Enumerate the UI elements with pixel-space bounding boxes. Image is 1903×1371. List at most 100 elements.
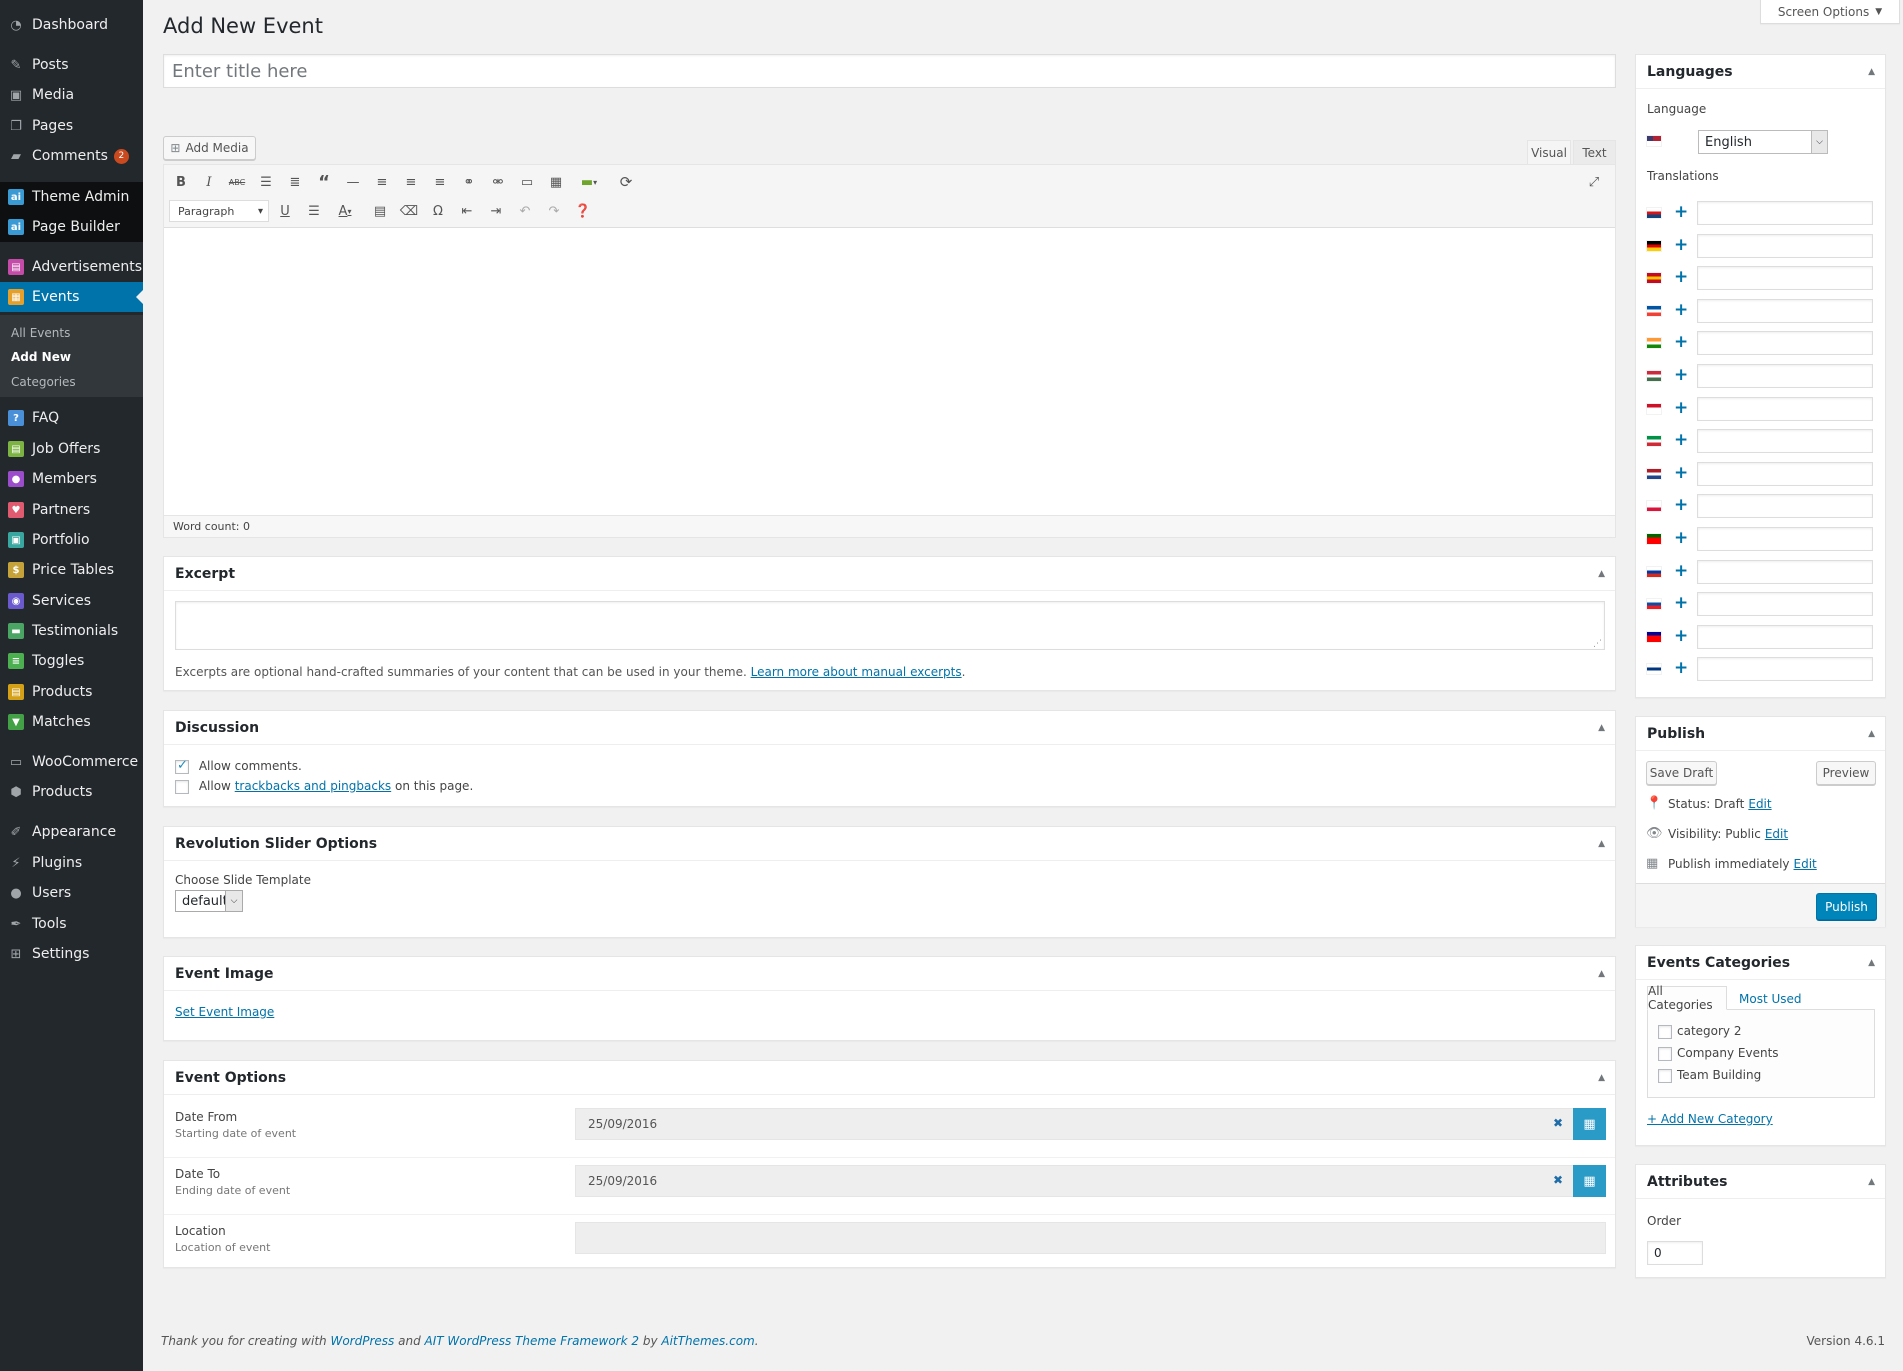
event-options-heading[interactable]: Event Options xyxy=(164,1061,1615,1095)
translation-input[interactable] xyxy=(1697,657,1873,682)
refresh-icon[interactable]: ⟳ xyxy=(616,172,636,192)
translation-input[interactable] xyxy=(1697,461,1873,486)
location-input[interactable] xyxy=(575,1222,1606,1254)
categories-heading[interactable]: Events Categories xyxy=(1636,946,1885,980)
collapse-arrow-icon[interactable]: ▲ xyxy=(1868,958,1875,968)
date-from-calendar-button[interactable]: ▦ xyxy=(1573,1108,1606,1140)
translation-input[interactable] xyxy=(1697,201,1873,225)
menu-toggles[interactable]: ≡ Toggles xyxy=(0,646,143,676)
add-translation-plus-icon[interactable]: + xyxy=(1674,495,1688,515)
justify-icon[interactable]: ☰ xyxy=(304,201,324,221)
bullet-list-icon[interactable]: ☰ xyxy=(256,172,276,192)
publish-heading[interactable]: Publish xyxy=(1636,717,1885,751)
submenu-add-new[interactable]: Add New xyxy=(11,350,71,364)
edit-schedule-link[interactable]: Edit xyxy=(1794,857,1817,871)
tab-most-used[interactable]: Most Used xyxy=(1739,992,1802,1006)
clear-date-to-icon[interactable]: ✖ xyxy=(1553,1173,1563,1187)
slide-template-select[interactable]: default ⌵ xyxy=(175,890,243,912)
languages-heading[interactable]: Languages xyxy=(1636,55,1885,89)
read-more-icon[interactable]: ▭ xyxy=(517,172,537,192)
add-translation-plus-icon[interactable]: + xyxy=(1674,430,1688,450)
menu-partners[interactable]: ♥ Partners xyxy=(0,495,143,525)
add-translation-plus-icon[interactable]: + xyxy=(1674,300,1688,320)
category-checkbox[interactable] xyxy=(1658,1046,1672,1061)
trackbacks-link[interactable]: trackbacks and pingbacks xyxy=(235,779,391,793)
add-translation-plus-icon[interactable]: + xyxy=(1674,658,1688,678)
edit-status-link[interactable]: Edit xyxy=(1748,797,1771,811)
translation-input[interactable] xyxy=(1697,298,1873,323)
underline-icon[interactable]: U xyxy=(275,201,295,221)
shortcode-icon[interactable]: ▬ ▾ xyxy=(575,172,603,192)
publish-button[interactable]: Publish xyxy=(1816,893,1877,920)
add-translation-plus-icon[interactable]: + xyxy=(1674,561,1688,581)
edit-visibility-link[interactable]: Edit xyxy=(1765,827,1788,841)
date-to-input[interactable]: 25/09/2016 xyxy=(575,1165,1575,1197)
translation-input[interactable] xyxy=(1697,233,1873,258)
add-media-button[interactable]: ⊞ Add Media xyxy=(163,136,256,160)
translation-input[interactable] xyxy=(1697,266,1873,291)
wordpress-link[interactable]: WordPress xyxy=(330,1334,394,1348)
menu-woocommerce[interactable]: ▭ WooCommerce xyxy=(0,747,143,777)
translation-input[interactable] xyxy=(1697,559,1873,584)
save-draft-button[interactable]: Save Draft xyxy=(1646,761,1717,785)
add-translation-plus-icon[interactable]: + xyxy=(1674,202,1688,222)
menu-price-tables[interactable]: $ Price Tables xyxy=(0,555,143,585)
menu-members[interactable]: ● Members xyxy=(0,464,143,494)
excerpt-learn-more-link[interactable]: Learn more about manual excerpts xyxy=(751,665,962,679)
redo-icon[interactable]: ↷ xyxy=(544,201,564,221)
translation-input[interactable] xyxy=(1697,396,1873,421)
tab-visual[interactable]: Visual xyxy=(1527,140,1571,164)
clear-date-from-icon[interactable]: ✖ xyxy=(1553,1116,1563,1130)
submenu-categories[interactable]: Categories xyxy=(11,375,76,389)
menu-comments[interactable]: ▰ Comments 2 xyxy=(0,141,143,171)
menu-dashboard[interactable]: ◔ Dashboard xyxy=(0,10,143,40)
menu-appearance[interactable]: ✐ Appearance xyxy=(0,817,143,847)
add-translation-plus-icon[interactable]: + xyxy=(1674,332,1688,352)
collapse-arrow-icon[interactable]: ▲ xyxy=(1868,729,1875,739)
allow-trackbacks-checkbox[interactable] xyxy=(175,779,189,794)
add-translation-plus-icon[interactable]: + xyxy=(1674,398,1688,418)
strikethrough-icon[interactable]: ABC xyxy=(227,172,247,192)
undo-icon[interactable]: ↶ xyxy=(515,201,535,221)
tab-text[interactable]: Text xyxy=(1573,140,1616,164)
translation-input[interactable] xyxy=(1697,429,1873,454)
menu-plugins[interactable]: ⚡ Plugins xyxy=(0,848,143,878)
screen-options-button[interactable]: Screen Options ▼ xyxy=(1760,0,1900,24)
add-new-category-link[interactable]: + Add New Category xyxy=(1647,1112,1773,1126)
event-image-heading[interactable]: Event Image xyxy=(164,957,1615,991)
indent-icon[interactable]: ⇥ xyxy=(486,201,506,221)
date-from-input[interactable]: 25/09/2016 xyxy=(575,1108,1575,1140)
add-translation-plus-icon[interactable]: + xyxy=(1674,626,1688,646)
collapse-arrow-icon[interactable]: ▲ xyxy=(1598,569,1605,579)
fullscreen-icon[interactable]: ⤢ xyxy=(1584,172,1604,192)
revslider-heading[interactable]: Revolution Slider Options xyxy=(164,827,1615,861)
numbered-list-icon[interactable]: ≣ xyxy=(285,172,305,192)
menu-tools[interactable]: ✒ Tools xyxy=(0,909,143,939)
unlink-icon[interactable]: ⚮ xyxy=(488,172,508,192)
language-select[interactable]: English ⌵ xyxy=(1698,130,1828,154)
menu-services[interactable]: ◉ Services xyxy=(0,586,143,616)
clear-formatting-icon[interactable]: ⌫ xyxy=(399,201,419,221)
translation-input[interactable] xyxy=(1697,364,1873,388)
date-to-calendar-button[interactable]: ▦ xyxy=(1573,1165,1606,1197)
translation-input[interactable] xyxy=(1697,527,1873,551)
collapse-arrow-icon[interactable]: ▲ xyxy=(1598,723,1605,733)
toolbar-toggle-icon[interactable]: ▦ xyxy=(546,172,566,192)
add-translation-plus-icon[interactable]: + xyxy=(1674,235,1688,255)
outdent-icon[interactable]: ⇤ xyxy=(457,201,477,221)
blockquote-icon[interactable]: “ xyxy=(314,172,334,193)
italic-icon[interactable]: I xyxy=(199,172,219,192)
attributes-heading[interactable]: Attributes xyxy=(1636,1165,1885,1199)
collapse-arrow-icon[interactable]: ▲ xyxy=(1598,1073,1605,1083)
menu-events[interactable]: ▦ Events xyxy=(0,282,143,312)
menu-advertisements[interactable]: ▤ Advertisements xyxy=(0,252,143,282)
collapse-arrow-icon[interactable]: ▲ xyxy=(1868,1177,1875,1187)
menu-media[interactable]: ▣ Media xyxy=(0,80,143,110)
menu-users[interactable]: ● Users xyxy=(0,878,143,908)
menu-theme-admin[interactable]: ai Theme Admin xyxy=(0,182,143,212)
excerpt-textarea[interactable]: ⋰ xyxy=(175,601,1605,650)
align-right-icon[interactable]: ≡ xyxy=(430,172,450,192)
submenu-all-events[interactable]: All Events xyxy=(11,326,70,340)
menu-matches[interactable]: ▼ Matches xyxy=(0,707,143,737)
menu-page-builder[interactable]: ai Page Builder xyxy=(0,212,143,242)
